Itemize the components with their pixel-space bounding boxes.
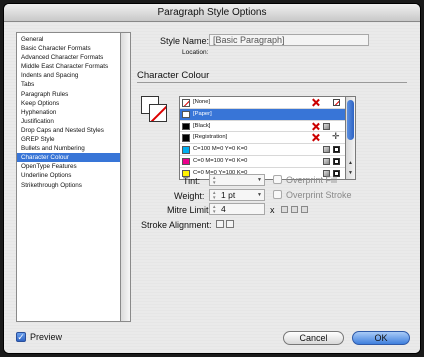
category-item[interactable]: OpenType Features [17,162,120,171]
category-item[interactable]: Paragraph Rules [17,90,120,99]
stroke-alignment-label: Stroke Alignment: [141,220,212,230]
stepper-arrows-icon[interactable]: ▲ ▼ [212,204,216,214]
mitre-limit-suffix: x [270,205,275,215]
style-name-field[interactable]: [Basic Paragraph] [209,34,369,46]
weight-field[interactable]: ▲ ▼ 1 pt ▼ [209,189,265,201]
swatch-row[interactable]: C=100 M=0 Y=0 K=0 [180,144,345,156]
style-name-label: Style Name: [160,36,210,46]
chevron-down-icon[interactable]: ▼ [257,175,262,186]
stepper-arrows-icon[interactable]: ▲ ▼ [212,175,216,185]
swatch-chip-icon [182,99,190,107]
category-item[interactable]: Middle East Character Formats [17,62,120,71]
align-outside-icon[interactable] [226,220,234,228]
swatch-row[interactable]: [Black] [180,121,345,133]
swatch-row[interactable]: [Registration] [180,131,345,145]
swatch-row[interactable]: C=0 M=100 Y=0 K=0 [180,156,345,168]
overprint-stroke-label: Overprint Stroke [286,190,352,200]
align-center-icon[interactable] [216,220,224,228]
category-list[interactable]: General Basic Character Formats Advanced C… [16,32,121,322]
stepper-arrows-icon[interactable]: ▲ ▼ [212,190,216,200]
swatch-name: C=0 M=100 Y=0 K=0 [193,157,248,164]
cmyk-mode-icon [333,157,340,165]
category-item[interactable]: Advanced Character Formats [17,53,120,62]
swatch-name: [None] [193,99,211,105]
process-color-icon [323,122,330,130]
weight-label: Weight: [174,191,205,201]
category-item[interactable]: Keep Options [17,99,120,108]
swatch-row[interactable]: [None] [180,97,345,109]
swatch-chip-icon [182,122,190,131]
cmyk-mode-icon [333,146,340,154]
ok-button[interactable]: OK [352,331,410,345]
location-label: Location: [182,49,209,56]
swatch-name: C=100 M=0 Y=0 K=0 [193,146,248,153]
category-item[interactable]: GREP Style [17,135,120,144]
category-item[interactable]: Indents and Spacing [17,71,120,80]
category-item[interactable]: Character Colour [17,153,120,163]
swatch-chip-icon [182,134,190,142]
swatch-name: [Registration] [193,134,228,141]
not-editable-icon [312,123,319,130]
category-item[interactable]: Strikethrough Options [17,181,120,190]
miter-join-icon[interactable] [281,206,288,213]
fill-stroke-proxy[interactable] [141,96,169,124]
tint-field[interactable]: ▲ ▼ ▼ [209,174,265,186]
none-swatch-icon [333,99,340,106]
cancel-button[interactable]: Cancel [283,331,344,345]
not-editable-icon [312,134,319,141]
section-divider [137,82,407,83]
overprint-fill-label: Overprint Fill [286,175,338,185]
not-editable-icon [312,99,319,106]
preview-label: Preview [30,332,63,342]
registration-icon [332,131,340,142]
category-item[interactable]: Underline Options [17,171,120,180]
window-title: Paragraph Style Options [4,4,420,22]
overprint-fill-checkbox[interactable] [273,175,282,184]
swatch-chip-icon [182,157,190,166]
swatch-row[interactable]: [Paper] [180,108,345,121]
swatch-name: [Paper] [193,110,212,117]
mitre-limit-label: Mitre Limit: [167,205,212,215]
category-item[interactable]: Tabs [17,80,120,89]
scroll-down-arrow-icon[interactable]: ▼ [346,169,355,177]
section-title: Character Colour [137,70,210,81]
swatch-list[interactable]: [None] [Paper] [Black] [Registration] C=100 … [179,96,346,180]
round-join-icon[interactable] [291,206,298,213]
category-item[interactable]: General [17,35,120,44]
chevron-down-icon[interactable]: ▼ [257,190,262,201]
dialog-window: Paragraph Style Options General Basic Cha… [4,4,420,353]
tint-label: Tint: [183,176,201,186]
category-list-scrollbar[interactable] [121,32,131,322]
category-item[interactable]: Hyphenation [17,108,120,117]
overprint-stroke-checkbox[interactable] [273,190,282,199]
swatch-chip-icon [182,146,190,154]
bevel-join-icon[interactable] [301,206,308,213]
process-color-icon [323,146,330,154]
category-item[interactable]: Justification [17,117,120,126]
scroll-up-arrow-icon[interactable]: ▲ [346,159,355,167]
preview-checkbox[interactable]: ✓ [16,332,26,342]
category-item[interactable]: Basic Character Formats [17,44,120,53]
stroke-proxy-icon[interactable] [149,104,167,122]
dialog-content: General Basic Character Formats Advanced C… [4,22,420,353]
scroll-thumb[interactable] [347,100,354,140]
category-item[interactable]: Drop Caps and Nested Styles [17,126,120,135]
process-color-icon [323,157,330,165]
swatch-chip-icon [182,110,190,119]
category-item[interactable]: Bullets and Numbering [17,144,120,153]
swatch-name: [Black] [193,122,211,129]
mitre-limit-field[interactable]: ▲ ▼ 4 [209,203,265,215]
swatch-list-scrollbar[interactable]: ▲ ▼ [346,96,356,180]
